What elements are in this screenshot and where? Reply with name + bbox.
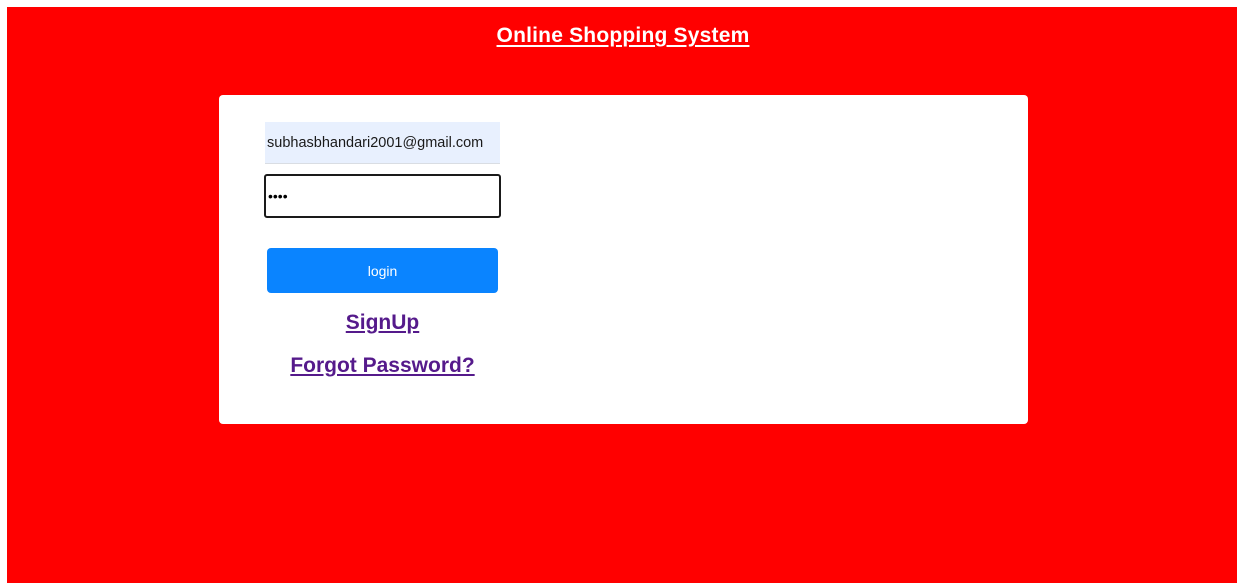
password-field[interactable] — [264, 174, 501, 218]
login-card: login SignUp Forgot Password? — [219, 95, 1028, 424]
login-button[interactable]: login — [267, 248, 498, 293]
signup-link[interactable]: SignUp — [219, 311, 546, 335]
email-field[interactable] — [265, 122, 500, 164]
forgot-password-link[interactable]: Forgot Password? — [219, 354, 546, 378]
page-title: Online Shopping System — [496, 24, 750, 47]
page-background: Online Shopping System login SignUp Forg… — [7, 7, 1237, 583]
